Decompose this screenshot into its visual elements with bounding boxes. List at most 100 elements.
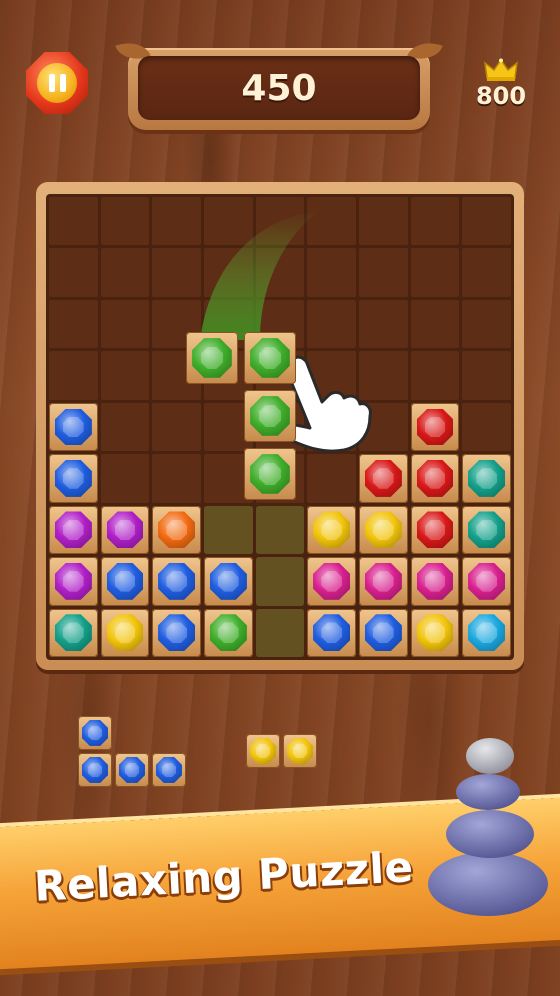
green-gem-icon [192, 338, 232, 378]
board-cell[interactable] [152, 608, 201, 657]
board-cell[interactable] [359, 197, 408, 246]
green-gem-icon [209, 614, 247, 652]
pink-gem-icon [416, 562, 454, 600]
board-cell[interactable] [204, 505, 253, 555]
board-cell[interactable] [255, 557, 305, 606]
board-cell[interactable] [255, 505, 305, 555]
placement-preview [204, 505, 253, 555]
blue-gem-icon [209, 562, 247, 600]
pause-bar-right [59, 74, 66, 92]
board-cell[interactable] [410, 402, 460, 452]
cyan-gem-block [462, 608, 511, 657]
board-cell[interactable] [359, 454, 408, 503]
board-cell[interactable] [410, 557, 460, 606]
board-cell[interactable] [100, 454, 150, 503]
board-cell[interactable] [307, 608, 356, 657]
board-cell[interactable] [100, 351, 150, 400]
board-cell[interactable] [49, 351, 98, 400]
board-cell[interactable] [462, 248, 511, 297]
blue-gem-icon [54, 408, 92, 446]
purple-gem-block [49, 505, 98, 555]
blue-gem-block [100, 557, 150, 606]
red-gem-block [359, 454, 408, 503]
teal-gem-block [49, 608, 98, 657]
crown-icon [484, 58, 518, 81]
board-cell[interactable] [152, 402, 201, 452]
red-gem-icon [416, 460, 454, 497]
board-cell[interactable] [410, 248, 460, 297]
board-cell[interactable] [359, 248, 408, 297]
board-cell[interactable] [100, 505, 150, 555]
blue-gem-icon [158, 614, 196, 652]
dragged-piece-cell [244, 448, 296, 500]
blue-gem-block [152, 608, 201, 657]
dragged-piece-cell [186, 332, 238, 384]
board-cell[interactable] [359, 608, 408, 657]
current-score: 450 [241, 67, 317, 109]
board-cell[interactable] [462, 454, 511, 503]
board-cell[interactable] [307, 505, 356, 555]
board-cell[interactable] [204, 608, 253, 657]
blue-gem-icon [82, 757, 108, 783]
board-cell[interactable] [49, 197, 98, 246]
board-cell[interactable] [49, 402, 98, 452]
board-cell[interactable] [410, 197, 460, 246]
tray-piece-cell [152, 753, 186, 787]
teal-gem-icon [54, 614, 92, 652]
board-cell[interactable] [100, 299, 150, 349]
score-panel: 450 [115, 35, 443, 130]
board-cell[interactable] [100, 402, 150, 452]
board-cell[interactable] [462, 402, 511, 452]
board-cell[interactable] [49, 557, 98, 606]
placement-preview [255, 608, 305, 657]
board-cell[interactable] [462, 299, 511, 349]
board-cell[interactable] [307, 454, 356, 503]
board-cell[interactable] [49, 505, 98, 555]
board-cell[interactable] [152, 557, 201, 606]
board-cell[interactable] [100, 248, 150, 297]
blue-gem-block [49, 454, 98, 503]
board-cell[interactable] [49, 248, 98, 297]
blue-gem-block [152, 557, 201, 606]
board-cell[interactable] [359, 299, 408, 349]
dragged-piece-cell [244, 390, 296, 442]
board-cell[interactable] [462, 557, 511, 606]
stacked-stones-icon [428, 738, 548, 916]
board-cell[interactable] [100, 197, 150, 246]
board-cell[interactable] [100, 608, 150, 657]
board-cell[interactable] [462, 608, 511, 657]
blue-gem-icon [158, 562, 196, 600]
pink-gem-block [307, 557, 356, 606]
yellow-gem-icon [313, 511, 351, 549]
blue-gem-block [204, 557, 253, 606]
board-cell[interactable] [255, 608, 305, 657]
pink-gem-block [462, 557, 511, 606]
board-cell[interactable] [359, 505, 408, 555]
yellow-gem-block [307, 505, 356, 555]
board-cell[interactable] [462, 197, 511, 246]
board-cell[interactable] [410, 608, 460, 657]
board-cell[interactable] [49, 299, 98, 349]
dragged-piece-cell [244, 332, 296, 384]
board-cell[interactable] [410, 351, 460, 400]
board-cell[interactable] [410, 299, 460, 349]
green-gem-block [244, 332, 296, 384]
board-cell[interactable] [49, 608, 98, 657]
best-score: 800 [475, 82, 527, 110]
purple-gem-block [100, 505, 150, 555]
board-cell[interactable] [49, 454, 98, 503]
board-cell[interactable] [462, 505, 511, 555]
yellow-gem-icon [287, 738, 313, 764]
board-cell[interactable] [307, 557, 356, 606]
board-cell[interactable] [410, 505, 460, 555]
pause-icon [37, 63, 77, 103]
board-cell[interactable] [462, 351, 511, 400]
red-gem-icon [416, 408, 454, 446]
board-cell[interactable] [152, 454, 201, 503]
board-cell[interactable] [359, 557, 408, 606]
red-gem-block [410, 402, 460, 452]
board-cell[interactable] [204, 557, 253, 606]
board-cell[interactable] [152, 505, 201, 555]
board-cell[interactable] [410, 454, 460, 503]
board-cell[interactable] [100, 557, 150, 606]
